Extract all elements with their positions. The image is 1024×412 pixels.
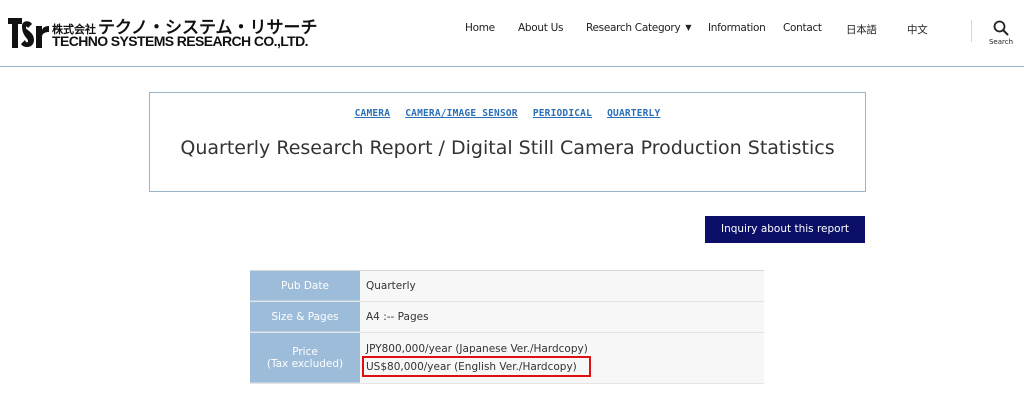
category-link-periodical[interactable]: PERIODICAL [533, 108, 592, 119]
nav-contact[interactable]: Contact [783, 22, 822, 34]
tsr-logo-mark-icon [8, 18, 49, 48]
price-highlight-box [362, 356, 591, 377]
site-header: 株式会社 テクノ・システム・リサーチ TECHNO SYSTEMS RESEARC… [0, 0, 1024, 67]
logo-english-text: TECHNO SYSTEMS RESEARCH CO.,LTD. [52, 33, 309, 49]
nav-home[interactable]: Home [465, 22, 495, 34]
category-link-camera-image-sensor[interactable]: CAMERA/IMAGE SENSOR [405, 108, 517, 119]
nav-information[interactable]: Information [708, 22, 766, 34]
inquiry-button[interactable]: Inquiry about this report [705, 216, 865, 243]
size-pages-value: A4 :-- Pages [360, 302, 764, 332]
category-link-quarterly[interactable]: QUARTERLY [607, 108, 660, 119]
price-label-line-1: Price [292, 345, 318, 358]
page-title: Quarterly Research Report / Digital Stil… [180, 137, 835, 159]
company-logo[interactable]: 株式会社 テクノ・システム・リサーチ TECHNO SYSTEMS RESEARC… [6, 12, 317, 52]
price-label: Price (Tax excluded) [250, 333, 360, 383]
size-pages-label: Size & Pages [250, 302, 360, 332]
nav-japanese[interactable]: 日本語 [846, 22, 877, 37]
table-row-pub-date: Pub Date Quarterly [250, 271, 764, 302]
category-links: CAMERA CAMERA/IMAGE SENSOR PERIODICAL QU… [150, 101, 865, 120]
pub-date-value: Quarterly [360, 271, 764, 301]
report-title-card: CAMERA CAMERA/IMAGE SENSOR PERIODICAL QU… [149, 92, 866, 192]
nav-research-category-label: Research Category [586, 22, 681, 34]
price-label-line-2: (Tax excluded) [266, 357, 344, 370]
pub-date-label: Pub Date [250, 271, 360, 301]
search-label: Search [988, 38, 1014, 46]
nav-research-category[interactable]: Research Category ▼ [586, 22, 692, 34]
search-button[interactable]: Search [985, 20, 1017, 54]
nav-chinese[interactable]: 中文 [907, 22, 928, 37]
caret-down-icon: ▼ [685, 23, 692, 32]
category-link-camera[interactable]: CAMERA [355, 108, 391, 119]
table-row-size-pages: Size & Pages A4 :-- Pages [250, 302, 764, 333]
nav-divider [971, 20, 972, 42]
nav-about-us[interactable]: About Us [518, 22, 563, 34]
search-icon [993, 20, 1009, 36]
